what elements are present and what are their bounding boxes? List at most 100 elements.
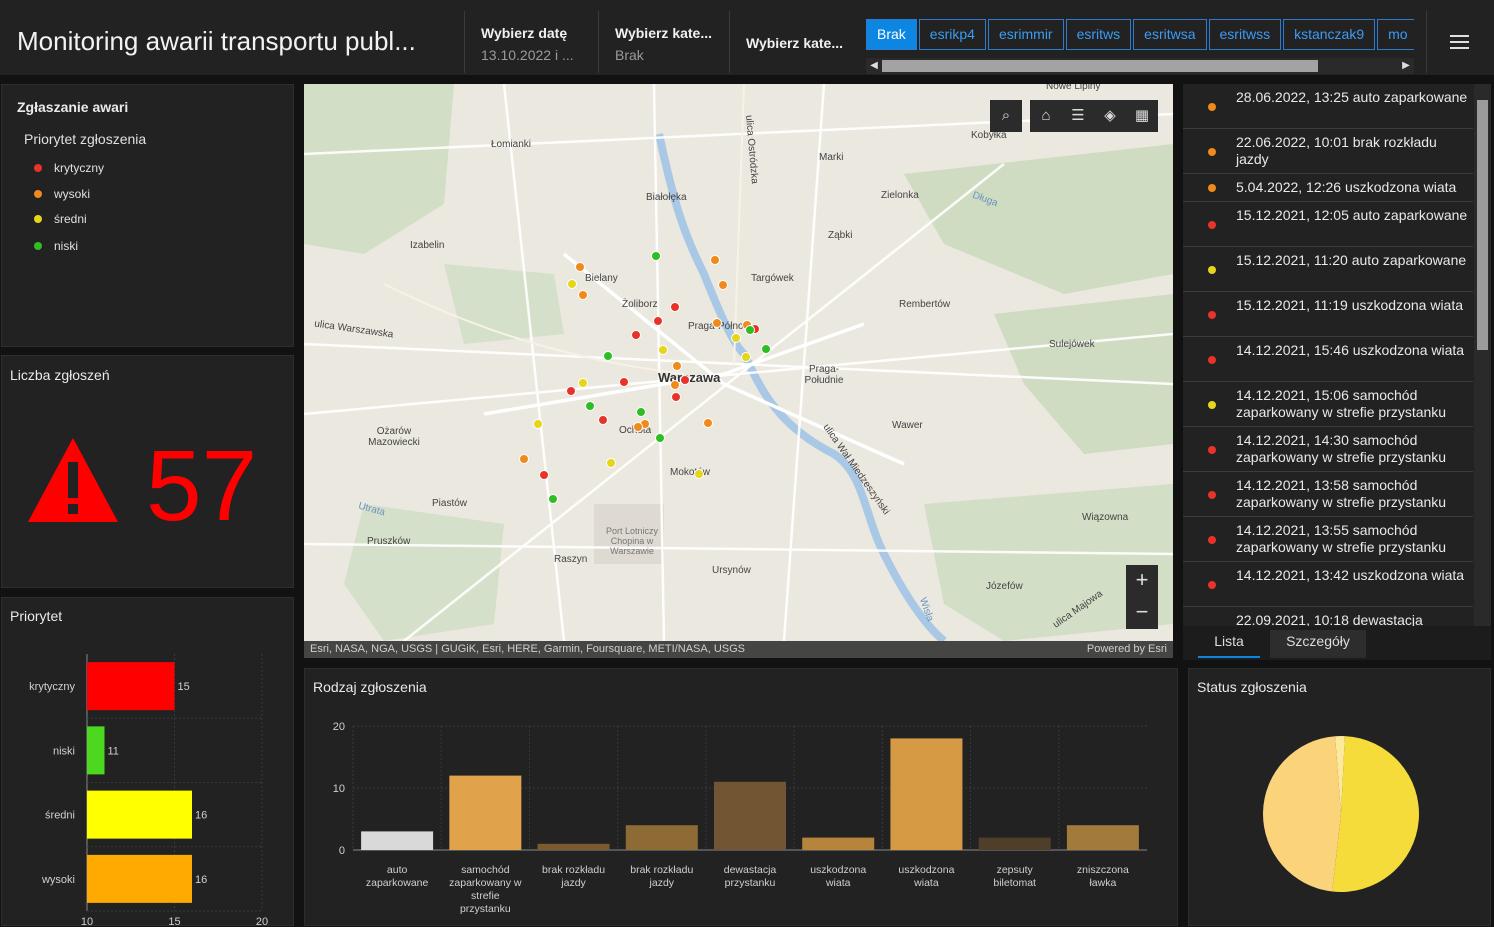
priority-bar <box>87 790 192 839</box>
list-item[interactable]: 22.06.2022, 10:01 brak rozkładu jazdy <box>1183 129 1473 174</box>
low-dot-icon <box>34 241 42 250</box>
category-button[interactable]: Brak <box>866 19 917 50</box>
incident-point <box>566 386 576 396</box>
category-label: zniszczona ławka <box>1077 864 1129 889</box>
priority-dot-icon <box>1208 580 1216 589</box>
list-item[interactable]: 14.12.2021, 13:42 uszkodzona wiata <box>1183 562 1473 607</box>
list-item-text: 22.09.2021, 10:18 dewastacja <box>1236 612 1423 626</box>
layers-icon[interactable]: ◈ <box>1094 100 1126 132</box>
incident-point <box>741 352 751 362</box>
category-label: uszkodzona wiata <box>898 864 954 889</box>
category-button[interactable]: esritwss <box>1208 19 1282 50</box>
type-chart: 0 10 20 auto zaparkowane samochód zaparkowany … <box>333 721 1147 915</box>
scroll-right-icon[interactable]: ▶ <box>1398 58 1414 74</box>
priority-bar <box>87 854 192 903</box>
list-item[interactable]: 15.12.2021, 12:05 auto zaparkowane <box>1183 202 1473 247</box>
list-item[interactable]: 14.12.2021, 13:55 samochód zaparkowany w… <box>1183 517 1473 562</box>
list-item[interactable]: 5.04.2022, 12:26 uszkodzona wiata <box>1183 174 1473 202</box>
category-label: średni <box>45 810 75 822</box>
pie-slice <box>1263 736 1341 892</box>
priority-chart: 10 15 20 krytyczny 15 niski 11 średni 16 wysoki 16 <box>29 654 268 927</box>
category-label: auto zaparkowane <box>366 864 429 889</box>
type-bar <box>1066 825 1139 850</box>
category-label: dewastacja przystanku <box>724 864 777 889</box>
status-chart-panel: Status zgłoszenia <box>1188 668 1491 926</box>
type-bar <box>978 837 1051 850</box>
date-selector-label: Wybierz datę <box>481 25 568 41</box>
list-item[interactable]: 15.12.2021, 11:19 uszkodzona wiata <box>1183 292 1473 337</box>
category-scroll-thumb[interactable] <box>882 60 1318 72</box>
incident-point <box>703 418 713 428</box>
category-button[interactable]: mo <box>1377 19 1414 50</box>
category-button[interactable]: kstanczak9 <box>1283 19 1376 50</box>
zoom-in-button[interactable]: + <box>1126 565 1158 597</box>
incident-point <box>710 255 720 265</box>
list-item-text: 14.12.2021, 15:46 uszkodzona wiata <box>1236 342 1465 358</box>
list-tabs: Lista Szczegóły <box>1183 626 1491 660</box>
incident-point <box>567 279 577 289</box>
tab-lista[interactable]: Lista <box>1198 630 1260 658</box>
search-icon[interactable]: ⌕ <box>990 100 1022 132</box>
category-button[interactable]: esritws <box>1065 19 1132 50</box>
legend-item: niski <box>34 239 78 253</box>
list-item[interactable]: 14.12.2021, 14:30 samochód zaparkowany w… <box>1183 427 1473 472</box>
map-search-tool[interactable]: ⌕ <box>990 100 1022 132</box>
incident-points-layer <box>519 251 771 504</box>
priority-dot-icon <box>1208 265 1216 274</box>
priority-dot-icon <box>1208 400 1216 409</box>
category-button[interactable]: esritwsa <box>1133 19 1207 50</box>
type-bar <box>714 781 786 850</box>
legend-icon[interactable]: ☰ <box>1062 100 1094 132</box>
incident-point <box>718 280 728 290</box>
legend-panel: Zgłaszanie awari Priorytet zgłoszenia kr… <box>1 84 294 347</box>
date-selector[interactable]: Wybierz datę 13.10.2022 i ... <box>464 11 598 73</box>
map-view[interactable]: Nowe Lipiny Łomianki Marki Kobyłka Biało… <box>304 84 1173 658</box>
list-item[interactable]: 14.12.2021, 15:46 uszkodzona wiata <box>1183 337 1473 382</box>
home-icon[interactable]: ⌂ <box>1030 100 1062 132</box>
priority-dot-icon <box>1208 310 1216 319</box>
category-label: zepsuty biletomat <box>993 864 1036 889</box>
category-button[interactable]: esrimmir <box>987 19 1064 50</box>
type-bar <box>361 831 434 850</box>
x-tick-label: 10 <box>81 916 93 927</box>
priority-dot-icon <box>1208 184 1216 192</box>
category-label: wysoki <box>41 874 75 886</box>
incident-point <box>603 351 613 361</box>
count-panel: Liczba zgłoszeń 57 <box>1 355 294 588</box>
category-scrollbar[interactable]: ◀ ▶ <box>866 58 1414 74</box>
list-item[interactable]: 15.12.2021, 11:20 auto zaparkowane <box>1183 247 1473 292</box>
map-attribution: Esri, NASA, NGA, USGS | GUGiK, Esri, HER… <box>304 641 1173 658</box>
category-button-strip: Brak esrikp4 esrimmir esritws esritwsa esritw… <box>866 19 1414 50</box>
tab-szczegoly[interactable]: Szczegóły <box>1270 630 1366 658</box>
type-bar <box>802 837 875 850</box>
incident-point <box>672 361 682 371</box>
category-label: brak rozkładu jazdy <box>542 864 605 889</box>
scroll-left-icon[interactable]: ◀ <box>866 58 882 74</box>
list-item-text: 14.12.2021, 14:30 samochód zaparkowany w… <box>1236 432 1447 465</box>
critical-dot-icon <box>34 163 42 172</box>
incident-point <box>651 251 661 261</box>
list-item[interactable]: 14.12.2021, 15:06 samochód zaparkowany w… <box>1183 382 1473 427</box>
hamburger-menu-icon[interactable] <box>1426 11 1494 73</box>
high-dot-icon <box>34 189 42 198</box>
list-item[interactable]: 22.09.2021, 10:18 dewastacja <box>1183 607 1473 626</box>
basemap-icon[interactable]: ▦ <box>1126 100 1158 132</box>
value-label: 16 <box>195 874 207 886</box>
category-selector-2[interactable]: Wybierz kate... <box>729 11 857 73</box>
incident-point <box>761 344 771 354</box>
list-scroll-thumb[interactable] <box>1477 100 1488 350</box>
list-item[interactable]: 28.06.2022, 13:25 auto zaparkowane <box>1183 84 1473 129</box>
list-item-text: 14.12.2021, 13:55 samochód zaparkowany w… <box>1236 522 1447 555</box>
category-button[interactable]: esrikp4 <box>918 19 986 50</box>
pie-slice <box>1332 736 1419 892</box>
list-scrollbar[interactable] <box>1474 84 1491 626</box>
priority-bar <box>87 726 105 775</box>
incident-point <box>731 333 741 343</box>
incident-list[interactable]: 28.06.2022, 13:25 auto zaparkowane 22.06.… <box>1183 84 1491 626</box>
category-selector-1[interactable]: Wybierz kate... Brak <box>598 11 729 73</box>
incident-point <box>548 494 558 504</box>
zoom-out-button[interactable]: − <box>1126 597 1158 629</box>
list-item[interactable]: 14.12.2021, 13:58 samochód zaparkowany w… <box>1183 472 1473 517</box>
incident-point <box>694 469 704 479</box>
list-item-text: 22.06.2022, 10:01 brak rozkładu jazdy <box>1236 134 1437 167</box>
